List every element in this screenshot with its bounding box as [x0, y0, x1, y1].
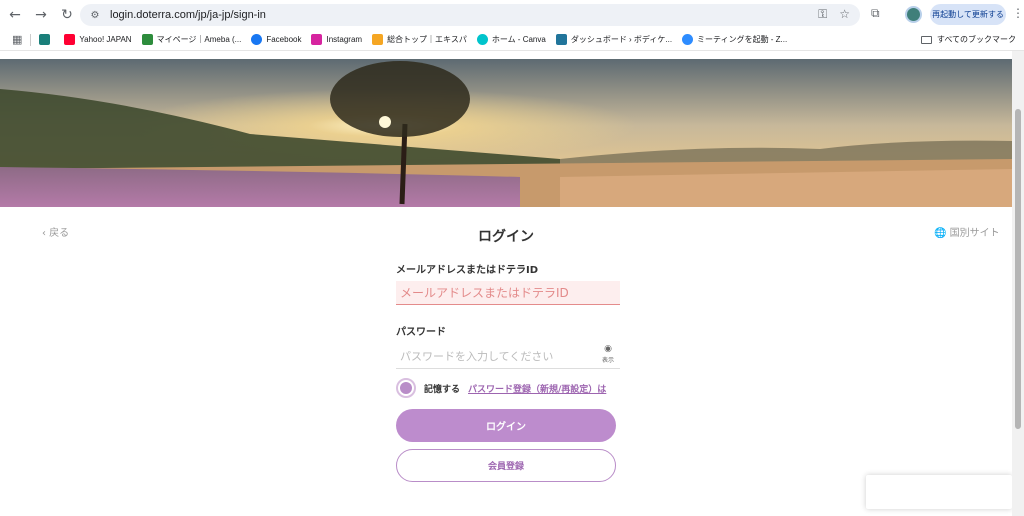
show-password-toggle[interactable]: ◉ 表示 [600, 344, 616, 364]
bookmark-item[interactable]: ダッシュボード › ボディケ... [555, 34, 673, 45]
recaptcha-badge[interactable] [866, 475, 1012, 509]
bookmark-item[interactable]: ミーティングを起動 - Z... [682, 34, 787, 45]
expa-icon [372, 34, 384, 45]
instagram-icon [311, 34, 323, 45]
email-field[interactable]: メールアドレスまたはドテラID [396, 281, 620, 305]
divider [30, 33, 32, 46]
apps-grid-icon[interactable]: ▦ [12, 33, 22, 46]
remember-row: 記憶する パスワード登録（新規/再設定）は [396, 377, 620, 399]
facebook-icon [251, 34, 263, 45]
register-button[interactable]: 会員登録 [396, 449, 616, 482]
lavender-field-landscape [0, 59, 1012, 207]
login-form: メールアドレスまたはドテラID メールアドレスまたはドテラID パスワード パス… [396, 261, 620, 399]
bookmark-label: マイページ｜Ameba (... [156, 35, 242, 44]
site-info-icon[interactable]: ⚙ [88, 8, 102, 22]
password-label: パスワード [396, 327, 446, 338]
bookmark-item[interactable]: マイページ｜Ameba (... [141, 34, 242, 45]
bookmark-label: ホーム - Canva [491, 35, 546, 44]
profile-avatar[interactable] [905, 6, 922, 23]
wordpress-icon [555, 34, 567, 45]
address-bar[interactable]: ⚙ login.doterra.com/jp/ja-jp/sign-in ⚿ ☆ [80, 4, 860, 26]
bookmark-item[interactable]: ホーム - Canva [476, 34, 546, 45]
bookmark-label: 総合トップ｜エキスパ [387, 35, 467, 44]
bookmark-tab-icon[interactable] [39, 34, 54, 45]
remember-label: 記憶する [424, 384, 461, 395]
bookmarks-bar: ▦ Yahoo! JAPAN マイページ｜Ameba (... Facebook… [0, 29, 1024, 51]
canva-icon [476, 34, 488, 45]
login-button[interactable]: ログイン [396, 409, 616, 442]
forward-arrow-icon[interactable]: → [28, 2, 54, 28]
password-register-link[interactable]: パスワード登録（新規/再設定）は [468, 382, 606, 395]
global-site-link[interactable]: 🌐 国別サイト [934, 224, 1000, 239]
all-bookmarks-label: すべてのブックマーク [936, 35, 1016, 44]
url-text[interactable]: login.doterra.com/jp/ja-jp/sign-in [110, 9, 266, 21]
bookmark-item[interactable]: 総合トップ｜エキスパ [372, 34, 467, 45]
bookmark-item[interactable]: Instagram [311, 34, 362, 45]
page-title: ログイン [478, 229, 534, 245]
zoom-icon [682, 34, 694, 45]
radio-selected-dot [400, 382, 412, 394]
page-scrollbar[interactable] [1012, 51, 1024, 516]
folder-icon [920, 35, 932, 44]
email-label: メールアドレスまたはドテラID [396, 265, 539, 276]
page-content: ‹ 戻る ログイン 🌐 国別サイト メールアドレスまたはドテラID メールアドレ… [0, 51, 1012, 516]
password-key-icon[interactable]: ⚿ [818, 7, 827, 22]
hero-banner-image [0, 59, 1012, 207]
remember-me-radio[interactable] [396, 378, 416, 398]
bookmark-item[interactable]: Facebook [251, 34, 301, 45]
eye-icon: ◉ [604, 344, 612, 354]
bookmark-label: ダッシュボード › ボディケ... [570, 35, 673, 44]
menu-kebab-icon[interactable]: ⋮ [1012, 6, 1024, 20]
bookmark-item[interactable]: Yahoo! JAPAN [64, 34, 132, 45]
bookmark-label: Instagram [326, 35, 363, 44]
extensions-icon[interactable]: ⧉ [871, 6, 880, 21]
password-placeholder: パスワードを入力してください [400, 350, 554, 363]
bookmark-star-icon[interactable]: ☆ [839, 7, 850, 22]
bookmark-label: Facebook [266, 35, 302, 44]
bookmark-label: ミーティングを起動 - Z... [697, 35, 788, 44]
show-password-label: 表示 [601, 357, 614, 364]
back-arrow-icon[interactable]: ← [2, 2, 28, 28]
restart-update-button[interactable]: 再起動して更新する [930, 4, 1006, 25]
reload-icon[interactable]: ↻ [54, 2, 80, 28]
yahoo-icon [64, 34, 76, 45]
all-bookmarks-button[interactable]: すべてのブックマーク [920, 34, 1016, 45]
password-field[interactable]: パスワードを入力してください ◉ 表示 [396, 343, 620, 369]
scrollbar-thumb[interactable] [1015, 109, 1021, 429]
ameba-icon [141, 34, 153, 45]
bookmark-label: Yahoo! JAPAN [79, 35, 132, 44]
